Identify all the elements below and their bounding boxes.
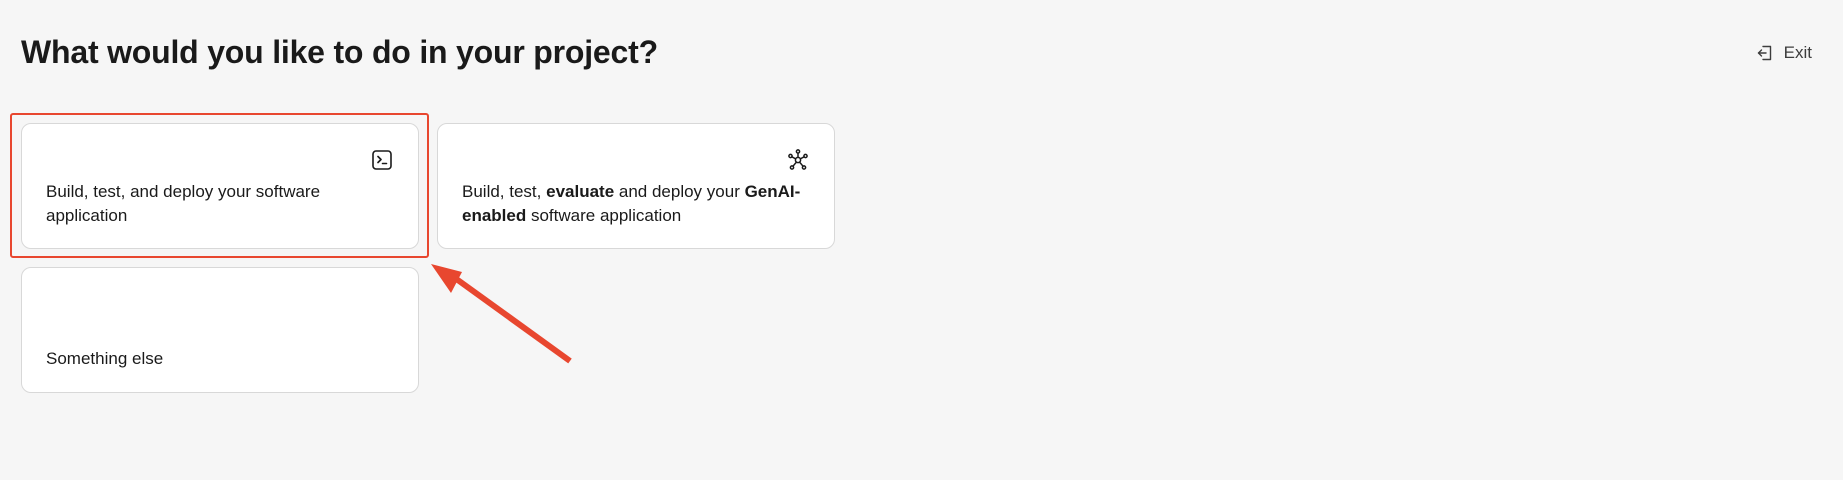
option-card-label: Something else [46, 347, 388, 371]
label-segment-bold: evaluate [546, 182, 615, 201]
exit-button[interactable]: Exit [1755, 43, 1812, 63]
exit-label: Exit [1783, 43, 1812, 62]
option-card-label: Build, test, evaluate and deploy your Ge… [462, 180, 804, 228]
label-segment: Build, test, [462, 182, 547, 201]
option-card-genai[interactable]: Build, test, evaluate and deploy your Ge… [437, 123, 835, 249]
label-segment: Build, test, and deploy your software ap… [46, 182, 321, 225]
exit-icon [1755, 43, 1775, 63]
option-card-other[interactable]: Something else [21, 267, 419, 393]
option-card-software[interactable]: Build, test, and deploy your software ap… [21, 123, 419, 249]
label-segment: software application [526, 206, 682, 225]
label-segment: and deploy your [614, 182, 745, 201]
terminal-icon [370, 148, 394, 172]
network-icon [786, 148, 810, 172]
option-card-label: Build, test, and deploy your software ap… [46, 180, 388, 228]
label-segment: Something else [46, 349, 164, 368]
page-title: What would you like to do in your projec… [21, 34, 658, 70]
